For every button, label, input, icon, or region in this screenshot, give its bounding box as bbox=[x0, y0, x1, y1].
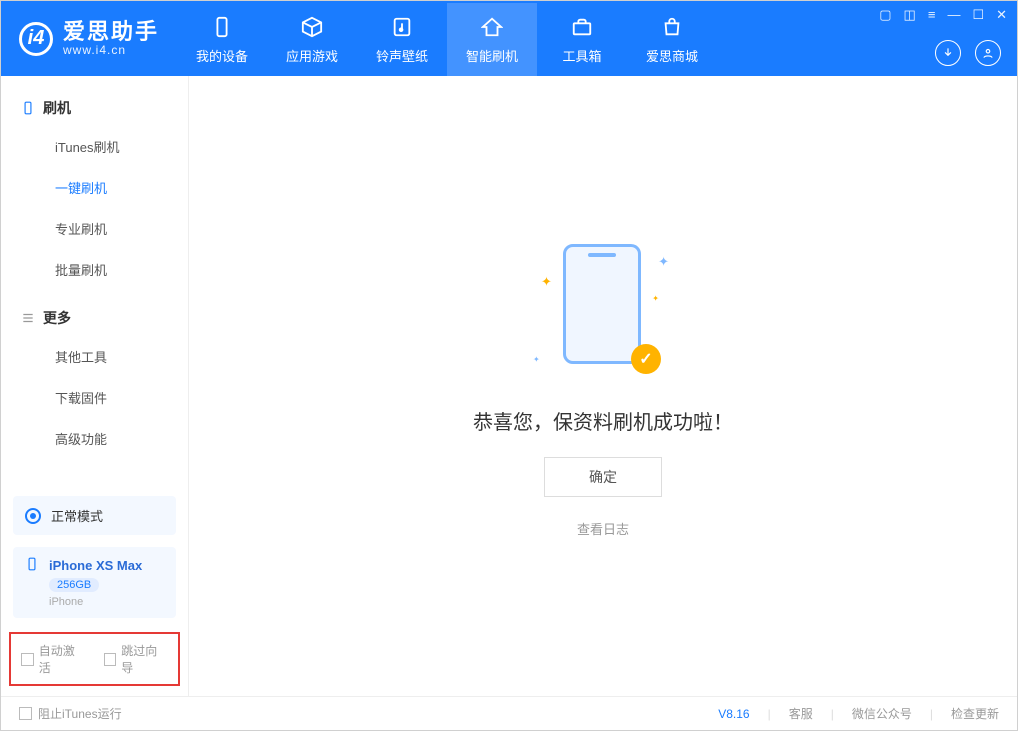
cube-icon bbox=[299, 14, 325, 40]
refresh-icon bbox=[479, 14, 505, 40]
phone-illustration-icon bbox=[563, 244, 641, 364]
footer: 阻止iTunes运行 V8.16 | 客服 | 微信公众号 | 检查更新 bbox=[1, 696, 1017, 730]
checkbox-label: 自动激活 bbox=[39, 642, 86, 676]
footer-block-itunes[interactable]: 阻止iTunes运行 bbox=[19, 705, 122, 722]
device-icon bbox=[209, 14, 235, 40]
checkbox-icon bbox=[21, 653, 34, 666]
phone-icon bbox=[21, 101, 35, 115]
device-name: iPhone XS Max bbox=[49, 558, 142, 573]
sparkle-icon: ✦ bbox=[658, 254, 669, 270]
sidebar-section-flash: 刷机 bbox=[1, 90, 188, 126]
nav-label: 智能刷机 bbox=[466, 46, 518, 65]
sidebar-item-batch-flash[interactable]: 批量刷机 bbox=[1, 249, 188, 290]
menu-icon[interactable]: ≡ bbox=[928, 7, 936, 23]
sparkle-icon: ✦ bbox=[652, 294, 659, 303]
section-title: 更多 bbox=[43, 308, 71, 328]
ok-button[interactable]: 确定 bbox=[544, 457, 662, 497]
download-button[interactable] bbox=[935, 40, 961, 66]
view-log-link[interactable]: 查看日志 bbox=[577, 519, 629, 538]
sidebar-item-itunes-flash[interactable]: iTunes刷机 bbox=[1, 126, 188, 167]
titlebar: i4 爱思助手 www.i4.cn 我的设备 应用游戏 铃声壁纸 智能刷机 工具… bbox=[1, 1, 1017, 76]
device-info-box[interactable]: iPhone XS Max 256GB iPhone bbox=[13, 547, 176, 618]
sidebar-item-onekey-flash[interactable]: 一键刷机 bbox=[1, 167, 188, 208]
device-type: iPhone bbox=[49, 596, 83, 608]
device-mode-box[interactable]: 正常模式 bbox=[13, 496, 176, 535]
checkbox-auto-activate[interactable]: 自动激活 bbox=[21, 642, 86, 676]
nav-my-device[interactable]: 我的设备 bbox=[177, 3, 267, 76]
device-capacity: 256GB bbox=[49, 578, 99, 592]
maximize-button[interactable]: ☐ bbox=[972, 7, 984, 23]
nav-label: 工具箱 bbox=[563, 46, 602, 65]
nav-toolbox[interactable]: 工具箱 bbox=[537, 3, 627, 76]
footer-customer-service[interactable]: 客服 bbox=[789, 705, 813, 722]
close-button[interactable]: ✕ bbox=[996, 7, 1007, 23]
list-icon bbox=[21, 311, 35, 325]
checkbox-icon bbox=[19, 707, 32, 720]
logo-icon: i4 bbox=[19, 22, 53, 56]
footer-wechat[interactable]: 微信公众号 bbox=[852, 705, 912, 722]
checkmark-badge-icon: ✓ bbox=[631, 344, 661, 374]
bag-icon bbox=[659, 14, 685, 40]
sidebar-item-advanced[interactable]: 高级功能 bbox=[1, 418, 188, 459]
checkbox-icon bbox=[104, 653, 117, 666]
footer-check-update[interactable]: 检查更新 bbox=[951, 705, 999, 722]
window-controls: ▢ ◫ ≡ — ☐ ✕ bbox=[879, 7, 1007, 23]
sidebar-item-download-firmware[interactable]: 下载固件 bbox=[1, 377, 188, 418]
footer-block-itunes-label: 阻止iTunes运行 bbox=[38, 705, 122, 722]
user-button[interactable] bbox=[975, 40, 1001, 66]
app-logo[interactable]: i4 爱思助手 www.i4.cn bbox=[1, 1, 177, 76]
nav-smart-flash[interactable]: 智能刷机 bbox=[447, 3, 537, 76]
app-title: 爱思助手 bbox=[63, 20, 159, 44]
logo-text: 爱思助手 www.i4.cn bbox=[63, 20, 159, 57]
sidebar-item-pro-flash[interactable]: 专业刷机 bbox=[1, 208, 188, 249]
body: 刷机 iTunes刷机 一键刷机 专业刷机 批量刷机 更多 其他工具 下载固件 … bbox=[1, 76, 1017, 696]
app-subtitle: www.i4.cn bbox=[63, 44, 159, 57]
version-label: V8.16 bbox=[718, 707, 749, 721]
checkbox-skip-guide[interactable]: 跳过向导 bbox=[104, 642, 169, 676]
sidebar: 刷机 iTunes刷机 一键刷机 专业刷机 批量刷机 更多 其他工具 下载固件 … bbox=[1, 76, 189, 696]
lock-icon[interactable]: ◫ bbox=[904, 7, 916, 23]
sidebar-section-more: 更多 bbox=[1, 300, 188, 336]
nav-label: 应用游戏 bbox=[286, 46, 338, 65]
music-icon bbox=[389, 14, 415, 40]
nav-label: 我的设备 bbox=[196, 46, 248, 65]
success-illustration: ✓ ✦ ✦ ✦ ✦ bbox=[523, 234, 683, 384]
nav-label: 铃声壁纸 bbox=[376, 46, 428, 65]
sparkle-icon: ✦ bbox=[541, 274, 552, 290]
nav-ringtone-wallpaper[interactable]: 铃声壁纸 bbox=[357, 3, 447, 76]
sparkle-icon: ✦ bbox=[533, 355, 540, 364]
minimize-button[interactable]: — bbox=[947, 7, 960, 23]
top-nav: 我的设备 应用游戏 铃声壁纸 智能刷机 工具箱 爱思商城 bbox=[177, 1, 869, 76]
nav-apps-games[interactable]: 应用游戏 bbox=[267, 3, 357, 76]
section-title: 刷机 bbox=[43, 98, 71, 118]
sidebar-item-other-tools[interactable]: 其他工具 bbox=[1, 336, 188, 377]
titlebar-right: ▢ ◫ ≡ — ☐ ✕ bbox=[869, 1, 1017, 76]
checkbox-label: 跳过向导 bbox=[121, 642, 168, 676]
nav-store[interactable]: 爱思商城 bbox=[627, 3, 717, 76]
mode-label: 正常模式 bbox=[51, 506, 103, 525]
phone-icon bbox=[25, 557, 39, 574]
flash-options-box: 自动激活 跳过向导 bbox=[9, 632, 180, 686]
account-controls bbox=[935, 40, 1007, 66]
toolbox-icon bbox=[569, 14, 595, 40]
mode-indicator-icon bbox=[25, 508, 41, 524]
shirt-icon[interactable]: ▢ bbox=[879, 7, 891, 23]
result-message: 恭喜您，保资料刷机成功啦！ bbox=[473, 406, 733, 435]
main-pane: ✓ ✦ ✦ ✦ ✦ 恭喜您，保资料刷机成功啦！ 确定 查看日志 bbox=[189, 76, 1017, 696]
nav-label: 爱思商城 bbox=[646, 46, 698, 65]
